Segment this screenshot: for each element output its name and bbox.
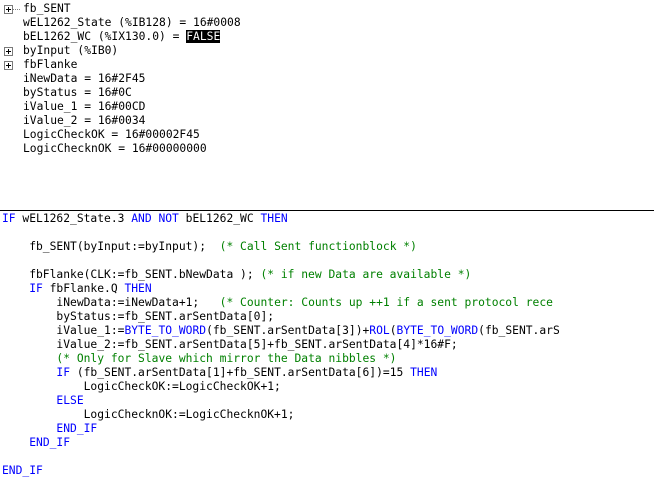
code-line: iValue_2:=fb_SENT.arSentData[5]+fb_SENT.… <box>2 337 458 352</box>
expand-plus-icon[interactable] <box>4 61 13 70</box>
watch-variable-text: byStatus = 16#0C <box>23 86 132 99</box>
code-editor[interactable]: IF wEL1262_State.3 AND NOT bEL1262_WC TH… <box>0 211 654 492</box>
watch-value-highlight: FALSE <box>186 30 221 43</box>
watch-variable-text: LogicCheckOK = 16#00002F45 <box>23 128 200 141</box>
code-text: LogicChecknOK:=LogicChecknOK+1; <box>2 408 295 422</box>
code-keyword: END_IF <box>29 436 71 450</box>
watch-row[interactable]: iValue_1 = 16#00CD <box>0 100 654 114</box>
code-text: iValue_2:=fb_SENT.arSentData[5]+fb_SENT.… <box>2 337 458 351</box>
code-line: END_IF <box>2 436 70 450</box>
watch-row[interactable]: fb_SENT <box>0 2 654 16</box>
code-line: fb_SENT(byInput:=byInput); (* Call Sent … <box>2 240 417 254</box>
watch-pane: fb_SENT wEL1262_State (%IB128) = 16#0008 b… <box>0 0 654 205</box>
tree-connector-line <box>13 9 20 10</box>
code-line: iNewData:=iNewData+1; (* Counter: Counts… <box>2 296 553 310</box>
watch-variable-text: byInput (%IB0) <box>23 44 119 57</box>
watch-row[interactable]: iValue_2 = 16#0034 <box>0 114 654 128</box>
code-line: IF wEL1262_State.3 AND NOT bEL1262_WC TH… <box>2 212 288 226</box>
code-line: IF fbFlanke.Q THEN <box>2 281 152 296</box>
code-line: byStatus:=fb_SENT.arSentData[0]; <box>2 310 274 324</box>
code-keyword: IF <box>2 211 16 225</box>
code-keyword: THEN <box>410 366 438 380</box>
watch-row[interactable]: byStatus = 16#0C <box>0 86 654 100</box>
code-keyword: IF <box>29 281 43 295</box>
code-text: byStatus:=fb_SENT.arSentData[0]; <box>2 309 275 323</box>
code-text: iValue_1:= <box>2 323 125 337</box>
watch-variable-text: bEL1262_WC (%IX130.0) = FALSE <box>23 30 221 43</box>
watch-row[interactable]: bEL1262_WC (%IX130.0) = FALSE <box>0 30 654 44</box>
code-keyword: IF <box>56 366 71 380</box>
watch-row[interactable]: LogicCheckOK = 16#00002F45 <box>0 128 654 142</box>
code-text: fbFlanke.Q <box>42 281 125 295</box>
watch-variable-text: fb_SENT <box>23 2 71 15</box>
code-line: fbFlanke(CLK:=fb_SENT.bNewData ); (* if … <box>2 268 471 282</box>
code-text: (fb_SENT.arSentData[3])+ <box>206 323 370 337</box>
code-keyword: AND NOT <box>131 211 179 225</box>
code-line: LogicCheckOK:=LogicCheckOK+1; <box>2 380 281 394</box>
watch-variable-text: fbFlanke <box>23 58 78 71</box>
code-comment: (* if new Data are available *) <box>260 267 472 281</box>
code-text: wEL1262_State.3 <box>15 211 132 225</box>
code-line: (* Only for Slave which mirror the Data … <box>2 352 397 366</box>
watch-row[interactable]: fbFlanke <box>0 58 654 72</box>
code-keyword: ROL <box>369 323 390 337</box>
code-text: (fb_SENT.arSentData[1]+fb_SENT.arSentDat… <box>70 366 411 380</box>
code-text: ( <box>389 323 397 337</box>
code-text: (fb_SENT.arS <box>478 323 560 337</box>
watch-variable-text: iNewData = 16#2F45 <box>23 72 146 85</box>
code-text: LogicCheckOK:=LogicCheckOK+1; <box>2 380 281 394</box>
code-keyword: BYTE_TO_WORD <box>124 323 207 337</box>
code-text: fb_SENT(byInput:=byInput); <box>2 239 220 253</box>
watch-row[interactable]: wEL1262_State (%IB128) = 16#0008 <box>0 16 654 30</box>
code-line: END_IF <box>2 422 97 436</box>
code-keyword: THEN <box>124 281 152 295</box>
code-keyword: ELSE <box>56 394 84 408</box>
code-comment: (* Counter: Counts up ++1 if a sent prot… <box>219 295 553 309</box>
code-text: bEL1262_WC <box>178 211 261 225</box>
code-keyword: END_IF <box>2 464 43 478</box>
watch-row[interactable]: LogicChecknOK = 16#00000000 <box>0 142 654 156</box>
expand-plus-icon[interactable] <box>4 5 13 14</box>
code-line: LogicChecknOK:=LogicChecknOK+1; <box>2 408 295 422</box>
watch-row[interactable]: byInput (%IB0) <box>0 44 654 58</box>
code-keyword: BYTE_TO_WORD <box>396 323 479 337</box>
code-comment: (* Call Sent functionblock *) <box>219 239 417 253</box>
code-line: END_IF <box>2 464 43 478</box>
code-keyword: THEN <box>260 211 288 225</box>
watch-variable-text: LogicChecknOK = 16#00000000 <box>23 142 207 155</box>
code-line: IF (fb_SENT.arSentData[1]+fb_SENT.arSent… <box>2 366 437 380</box>
watch-variable-text: iValue_1 = 16#00CD <box>23 100 146 113</box>
watch-variable-text: wEL1262_State (%IB128) = 16#0008 <box>23 16 241 29</box>
code-text: fbFlanke(CLK:=fb_SENT.bNewData ); <box>2 267 261 281</box>
code-line: ELSE <box>2 394 84 408</box>
code-keyword: END_IF <box>56 422 98 436</box>
code-line: iValue_1:=BYTE_TO_WORD(fb_SENT.arSentDat… <box>2 323 560 338</box>
code-text: iNewData:=iNewData+1; <box>2 295 220 309</box>
code-comment: (* Only for Slave which mirror the Data … <box>56 352 397 365</box>
expand-plus-icon[interactable] <box>4 47 13 56</box>
watch-variable-text: iValue_2 = 16#0034 <box>23 114 146 127</box>
watch-row[interactable]: iNewData = 16#2F45 <box>0 72 654 86</box>
